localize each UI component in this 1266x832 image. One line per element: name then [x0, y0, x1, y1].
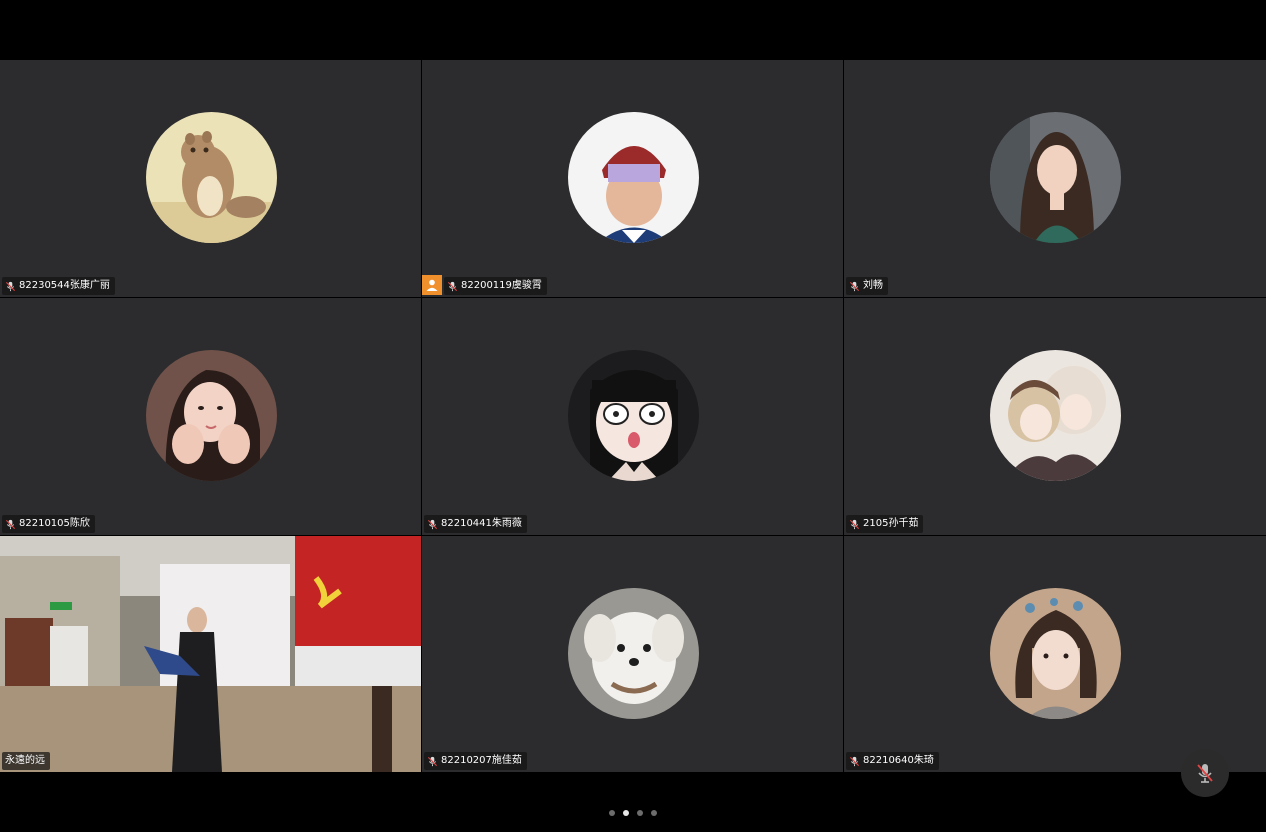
- mic-muted-icon: [427, 519, 438, 529]
- mic-muted-icon: [1197, 764, 1213, 783]
- portrait-woman-avatar: [990, 112, 1121, 243]
- participant-tile[interactable]: 82210105陈欣: [0, 298, 421, 535]
- portrait-red-cap-avatar: [567, 112, 699, 243]
- mic-muted-icon: [447, 281, 458, 291]
- participant-name-label: 82210105陈欣: [2, 515, 95, 533]
- participant-name: 刘畅: [863, 280, 883, 291]
- participant-tile[interactable]: 2105孙千茹: [844, 298, 1266, 535]
- participant-name: 82230544张康广丽: [19, 280, 110, 291]
- page-dot[interactable]: [609, 810, 615, 816]
- participant-name: 82200119虞骏霄: [461, 280, 542, 291]
- participant-name: 82210207施佳茹: [441, 755, 522, 766]
- participant-name: 2105孙千茹: [863, 518, 919, 529]
- cartoon-otter-avatar: [145, 112, 277, 243]
- participant-name-label: 82200119虞骏霄: [444, 277, 547, 295]
- participant-name-label: 永遠的远: [2, 752, 50, 770]
- portrait-baby-shark-avatar: [990, 588, 1121, 719]
- page-dot-active[interactable]: [623, 810, 629, 816]
- mic-muted-icon: [849, 519, 860, 529]
- participant-video-tile[interactable]: 永遠的远: [0, 536, 421, 772]
- page-dot[interactable]: [651, 810, 657, 816]
- participant-name: 82210105陈欣: [19, 518, 90, 529]
- anime-couple-avatar: [990, 350, 1121, 481]
- mic-muted-icon: [849, 756, 860, 766]
- participant-name-label: 82210640朱琦: [846, 752, 939, 770]
- page-indicator[interactable]: [609, 810, 657, 816]
- anime-surprised-girl-avatar: [567, 350, 699, 481]
- participant-name: 82210640朱琦: [863, 755, 934, 766]
- participant-name-label: 82230544张康广丽: [2, 277, 115, 295]
- portrait-hands-face-avatar: [145, 350, 277, 481]
- white-puppy-avatar: [567, 588, 699, 719]
- participant-tile[interactable]: 82210207施佳茹: [422, 536, 843, 772]
- participant-tile[interactable]: 82210640朱琦: [844, 536, 1266, 772]
- mic-muted-icon: [849, 281, 860, 291]
- participant-grid: 82230544张康广丽 82200119虞骏霄 刘畅 82210105陈欣 8…: [0, 60, 1266, 772]
- camera-video-feed: [0, 536, 421, 772]
- floating-mic-button[interactable]: [1181, 749, 1229, 797]
- participant-name: 82210441朱雨薇: [441, 518, 522, 529]
- participant-tile[interactable]: 刘畅: [844, 60, 1266, 297]
- participant-tile[interactable]: 82230544张康广丽: [0, 60, 421, 297]
- participant-name-label: 2105孙千茹: [846, 515, 924, 533]
- participant-name: 永遠的远: [5, 755, 45, 766]
- meeting-screen: 82230544张康广丽 82200119虞骏霄 刘畅 82210105陈欣 8…: [0, 0, 1266, 832]
- participant-name-label: 82210441朱雨薇: [424, 515, 527, 533]
- participant-name-label: 82210207施佳茹: [424, 752, 527, 770]
- mic-muted-icon: [427, 756, 438, 766]
- mic-muted-icon: [5, 519, 16, 529]
- host-badge-icon: [422, 275, 442, 295]
- mic-muted-icon: [5, 281, 16, 291]
- participant-tile[interactable]: 82200119虞骏霄: [422, 60, 843, 297]
- page-dot[interactable]: [637, 810, 643, 816]
- participant-tile[interactable]: 82210441朱雨薇: [422, 298, 843, 535]
- participant-name-label: 刘畅: [846, 277, 888, 295]
